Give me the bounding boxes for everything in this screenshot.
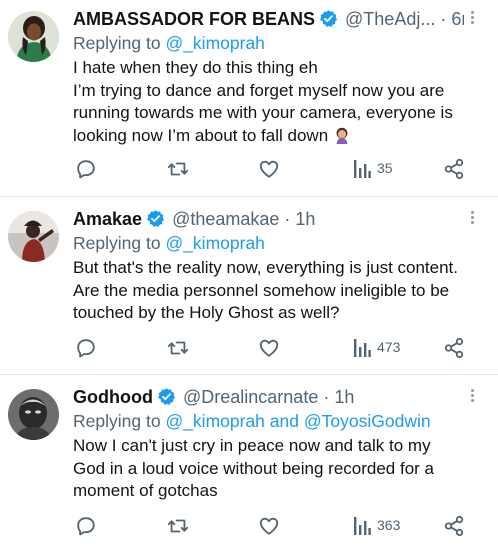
reply-button[interactable] (75, 337, 97, 359)
timestamp[interactable]: · 6m (440, 9, 464, 29)
share-icon (444, 158, 464, 180)
more-options-icon[interactable] (468, 209, 476, 226)
author-handle[interactable]: @Drealincarnate (183, 387, 318, 407)
views-count: 35 (377, 160, 393, 176)
retweet-button[interactable] (166, 158, 190, 180)
mention-link[interactable]: @_kimoprah (165, 411, 264, 431)
verified-badge-icon (146, 209, 165, 232)
reply-icon (77, 339, 95, 358)
tweet-text: Now I can't just cry in peace now and ta… (73, 436, 435, 500)
retweet-button[interactable] (166, 337, 190, 359)
retweet-icon (167, 341, 189, 355)
views-button[interactable]: 35 (353, 158, 393, 178)
replying-to: Replying to @_kimoprah (73, 232, 464, 255)
tweet-header: Godhood @Drealincarnate · 1h (73, 384, 464, 410)
views-chart-icon (354, 160, 371, 178)
tweet-text: But that's the reality now, everything i… (73, 258, 459, 322)
like-button[interactable] (258, 337, 280, 359)
author-name[interactable]: AMBASSADOR FOR BEANS (73, 9, 315, 29)
author-handle[interactable]: @theamakae (172, 209, 279, 229)
retweet-button[interactable] (166, 515, 190, 537)
avatar[interactable] (8, 211, 59, 262)
reply-icon (77, 517, 95, 536)
replying-to-label: Replying to (73, 233, 161, 253)
like-button[interactable] (258, 158, 280, 180)
like-button[interactable] (258, 515, 280, 537)
reply-button[interactable] (75, 158, 97, 180)
heart-icon (259, 517, 279, 535)
tweet-header: Amakae @theamakae · 1h (73, 206, 464, 232)
avatar[interactable] (8, 389, 59, 440)
share-button[interactable] (443, 158, 465, 180)
replying-to-label: Replying to (73, 411, 161, 431)
share-icon (444, 515, 464, 537)
tweet-actions: 35 (0, 158, 498, 184)
mention-link[interactable]: @_kimoprah (165, 233, 264, 253)
mention-conjunction: and (269, 411, 299, 431)
tweet-actions: 473 (0, 337, 498, 363)
mention-link[interactable]: @_kimoprah (165, 33, 264, 53)
tweet-actions: 363 (0, 515, 498, 541)
tweet-header: AMBASSADOR FOR BEANS @TheAdj... · 6m (73, 6, 464, 32)
more-options-icon[interactable] (468, 387, 476, 404)
heart-icon (259, 339, 279, 357)
tweet[interactable]: AMBASSADOR FOR BEANS @TheAdj... · 6m Rep… (0, 0, 498, 197)
tweet-text-line: I’m trying to dance and forget myself no… (73, 80, 453, 145)
retweet-icon (167, 519, 189, 533)
retweet-icon (167, 162, 189, 176)
timestamp[interactable]: · 1h (284, 209, 315, 229)
author-name[interactable]: Amakae (73, 209, 142, 229)
tweet[interactable]: Amakae @theamakae · 1h Replying to @_kim… (0, 197, 498, 375)
views-button[interactable]: 363 (353, 515, 400, 535)
replying-to-label: Replying to (73, 33, 161, 53)
mention-link[interactable]: @ToyosiGodwin (304, 411, 431, 431)
reply-icon (77, 160, 95, 179)
views-chart-icon (354, 339, 371, 357)
replying-to: Replying to @_kimoprah (73, 32, 464, 55)
share-icon (444, 337, 464, 359)
views-chart-icon (354, 517, 371, 535)
tweet[interactable]: Godhood @Drealincarnate · 1h Replying to… (0, 375, 498, 555)
facepalm-emoji-icon (336, 127, 348, 144)
verified-badge-icon (157, 387, 176, 410)
tweet-text: I hate when they do this thing eh I’m tr… (73, 57, 464, 147)
more-options-icon[interactable] (468, 9, 476, 26)
share-button[interactable] (443, 515, 465, 537)
author-handle[interactable]: @TheAdj... (345, 9, 435, 29)
heart-icon (259, 160, 279, 178)
views-count: 473 (377, 339, 401, 355)
replying-to: Replying to @_kimoprah and @ToyosiGodwin (73, 410, 464, 433)
author-name[interactable]: Godhood (73, 387, 153, 407)
views-button[interactable]: 473 (353, 337, 400, 357)
avatar[interactable] (8, 11, 59, 62)
reply-button[interactable] (75, 515, 97, 537)
share-button[interactable] (443, 337, 465, 359)
verified-badge-icon (319, 9, 338, 32)
timestamp[interactable]: · 1h (323, 387, 354, 407)
views-count: 363 (377, 517, 401, 533)
tweet-text-line: I hate when they do this thing eh (73, 58, 318, 77)
